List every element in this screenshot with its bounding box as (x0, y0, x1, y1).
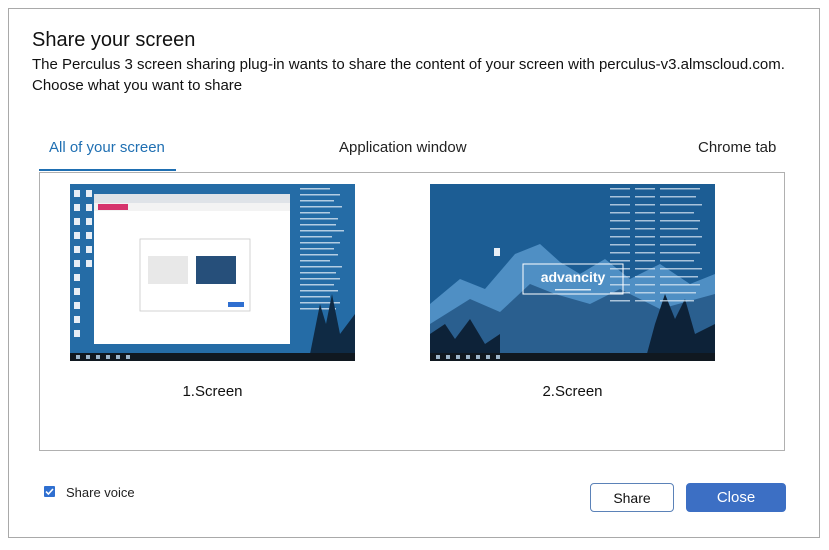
checkmark-icon (45, 488, 54, 496)
description-line-1: The Perculus 3 screen sharing plug-in wa… (32, 56, 785, 73)
screen-2-label: 2.Screen (542, 383, 603, 400)
advancity-logo: advancity (541, 269, 606, 285)
screen-list-panel: 1.Screen advancity 2.Screen (39, 172, 785, 451)
tab-all-of-your-screen[interactable]: All of your screen (49, 139, 165, 156)
share-voice-label: Share voice (66, 485, 135, 500)
screen-2-preview-image: advancity (430, 184, 715, 361)
close-button[interactable]: Close (686, 483, 786, 512)
description-line-2: Choose what you want to share (32, 77, 243, 94)
tab-application-window[interactable]: Application window (339, 139, 467, 156)
dialog-title: Share your screen (32, 29, 196, 51)
share-screen-dialog: Share your screen The Perculus 3 screen … (8, 8, 820, 538)
tab-chrome-tab[interactable]: Chrome tab (698, 139, 776, 156)
share-button[interactable]: Share (590, 483, 674, 512)
dialog-description: The Perculus 3 screen sharing plug-in wa… (32, 54, 812, 96)
screen-1-label: 1.Screen (182, 383, 243, 400)
share-voice-checkbox[interactable] (44, 486, 55, 497)
screen-1-thumbnail[interactable] (70, 184, 355, 361)
screen-2-thumbnail[interactable]: advancity (430, 184, 715, 361)
active-tab-indicator (39, 169, 176, 171)
screen-1-preview-image (70, 184, 355, 361)
